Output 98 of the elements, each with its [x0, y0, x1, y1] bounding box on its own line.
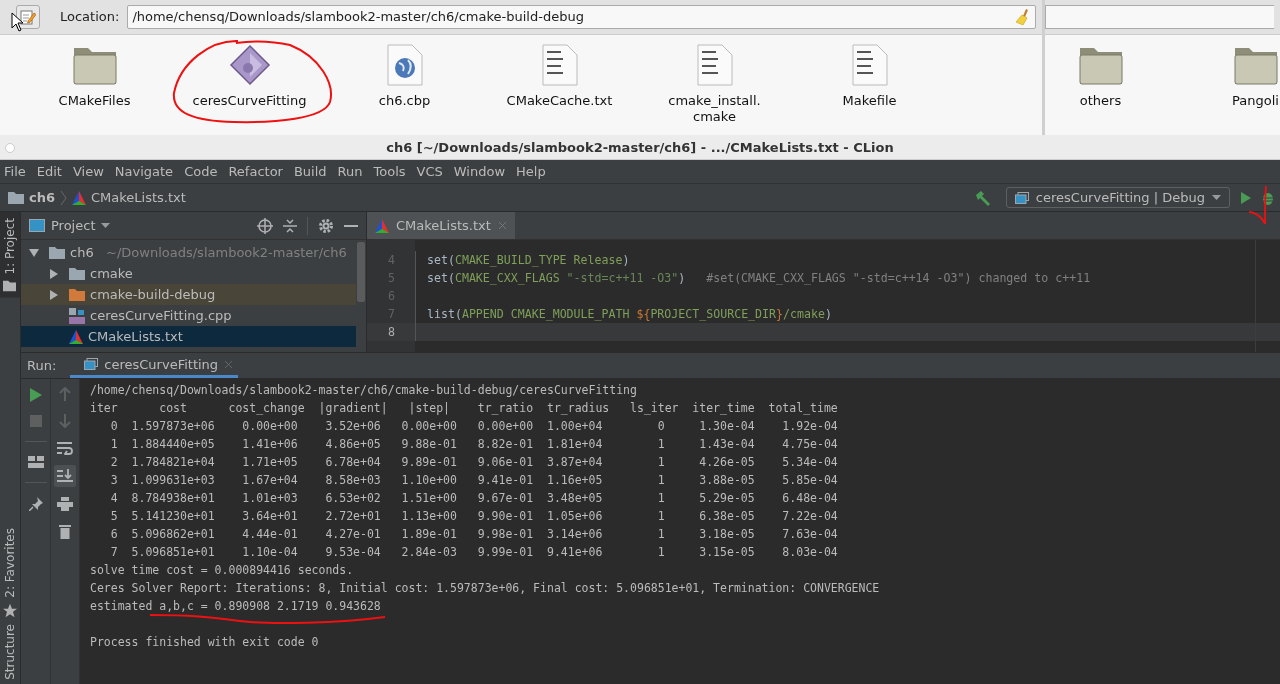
window-title: ch6 [~/Downloads/slambook2-master/ch6] - .../CMakeLists.txt - CLion — [386, 139, 894, 155]
executable-icon[interactable] — [228, 42, 271, 87]
folder-name[interactable]: others — [1079, 92, 1122, 109]
tree-item[interactable]: cmake-build-debug — [21, 284, 356, 305]
console-line: /home/chensq/Downloads/slambook2-master/ch6/cmake-build-debug/ceresCurveFitting — [90, 382, 637, 399]
run-configuration-dropdown[interactable]: ceresCurveFitting | Debug — [1005, 187, 1230, 208]
trash-icon[interactable] — [59, 524, 71, 539]
console-line: 1 1.884440e+05 1.41e+06 4.86e+05 9.88e-01 8.82e-01 1.81e+04 1 1.43e-04 4.75e-04 — [109, 436, 838, 453]
menu-item[interactable]: Navigate — [110, 164, 178, 179]
layout-icon[interactable] — [27, 456, 44, 468]
print-icon[interactable] — [57, 497, 73, 511]
menu-item[interactable]: View — [68, 164, 108, 179]
window-icon — [84, 358, 99, 370]
menu-item[interactable]: Tools — [369, 164, 410, 179]
line-number: 8 — [387, 325, 396, 339]
project-view-dropdown[interactable]: Project — [29, 218, 111, 233]
console-line: solve time cost = 0.000894416 seconds. — [90, 562, 354, 579]
console-line: 2 1.784821e+04 1.71e+05 6.78e+04 9.89e-01 9.06e-01 3.87e+04 1 4.26e-05 5.34e-04 — [109, 454, 838, 471]
folder-icon — [49, 246, 65, 259]
console-line: 0 1.597873e+06 0.00e+00 3.52e+06 0.00e+00 0.00e+00 1.00e+04 0 1.30e-04 1.92e-04 — [109, 418, 838, 435]
text-document-icon[interactable] — [540, 42, 579, 87]
console-line: Process finished with exit code 0 — [90, 634, 319, 651]
console-line: Ceres Solver Report: Iterations: 8, Initial cost: 1.597873e+06, Final cost: 5.096851e+01, Termination: CONVERGENCE — [90, 580, 880, 597]
editor-tab[interactable]: CMakeLists.txt — [367, 212, 515, 239]
breadcrumb[interactable]: ch6 — [8, 190, 55, 205]
console-line: 4 8.784938e+01 1.01e+03 6.53e+02 1.51e+00 9.67e-01 3.48e+05 1 5.29e-05 6.48e-04 — [109, 490, 838, 507]
triangle-icon — [69, 329, 83, 344]
menu-item[interactable]: Code — [180, 164, 222, 179]
console-line: 3 1.099631e+03 1.67e+04 8.58e+03 1.10e+00 9.41e-01 1.16e+05 1 3.88e-05 5.85e-04 — [109, 472, 838, 489]
star-icon — [3, 604, 17, 619]
crosshair-icon[interactable] — [257, 217, 273, 234]
menu-item[interactable]: VCS — [412, 164, 447, 179]
file-name[interactable]: CMakeFiles — [58, 92, 131, 109]
console-line: 7 5.096851e+01 1.10e-04 9.53e-04 2.84e-03 9.99e-01 9.41e+06 1 3.15e-05 8.03e-04 — [109, 544, 838, 561]
folder-icon — [8, 191, 24, 204]
hammer-icon[interactable] — [973, 188, 992, 207]
tool-window-tab[interactable]: 2: Favorites — [0, 522, 20, 625]
window-icon — [1014, 191, 1029, 204]
location-label: Location: — [60, 9, 120, 25]
text-document-icon[interactable] — [850, 42, 889, 87]
menu-item[interactable]: Run — [333, 164, 367, 179]
folder-name[interactable]: Pangoli — [1232, 92, 1279, 109]
panel-icon — [29, 219, 45, 232]
run-icon[interactable] — [1240, 190, 1252, 205]
run-label: Run: — [26, 357, 58, 375]
console-line: estimated a,b,c = 0.890908 2.1719 0.943628 — [90, 598, 381, 615]
location-field[interactable]: /home/chensq/Downloads/slambook2-master/ch6/cmake-build-debug — [127, 4, 1036, 29]
tool-window-tab[interactable]: 1: Project — [0, 212, 20, 298]
caret-icon — [1212, 194, 1221, 201]
expand-arrow-icon[interactable] — [29, 247, 39, 258]
menu-item[interactable]: Edit — [32, 164, 66, 179]
caret-icon — [101, 222, 111, 229]
folder-icon — [3, 280, 17, 292]
code-line: list(APPEND CMAKE_MODULE_PATH ${PROJECT_SOURCE_DIR}/cmake) — [427, 307, 832, 321]
scrollbar-thumb[interactable] — [357, 242, 365, 302]
file-name[interactable]: cmake_install. cmake — [668, 92, 761, 125]
expand-arrow-icon[interactable] — [49, 268, 59, 279]
soft-wrap-icon[interactable] — [57, 441, 73, 455]
console-line: iter cost cost_change |gradient| |step| tr_ratio tr_radius ls_iter iter_time total_time — [90, 400, 838, 417]
tree-item[interactable]: ch6 ~/Downloads/slambook2-master/ch6 — [21, 242, 356, 263]
breadcrumb[interactable]: CMakeLists.txt — [72, 190, 186, 205]
tool-window-tab[interactable]: Structure — [0, 624, 20, 684]
run-icon[interactable] — [28, 387, 43, 403]
collapse-all-icon[interactable] — [283, 217, 297, 234]
menu-item[interactable]: Refactor — [224, 164, 287, 179]
triangle-icon — [72, 190, 86, 205]
edit-location-button[interactable] — [16, 4, 40, 29]
menu-item[interactable]: Window — [449, 164, 510, 179]
expand-arrow-icon[interactable] — [49, 289, 59, 300]
tree-item[interactable]: CMakeLists.txt — [21, 326, 356, 347]
check-annotation — [1248, 184, 1268, 226]
triangle-icon — [375, 218, 389, 233]
web-document-icon[interactable] — [385, 42, 424, 87]
tree-item[interactable]: ceresCurveFitting.cpp — [21, 305, 356, 326]
menu-item[interactable]: Help — [512, 164, 550, 179]
console-line: 5 5.141230e+01 3.64e+01 2.72e+01 1.13e+00 9.90e-01 1.05e+06 1 6.38e-05 7.22e-04 — [109, 508, 838, 525]
pin-icon[interactable] — [28, 497, 43, 511]
file-name[interactable]: ch6.cbp — [378, 92, 431, 109]
broom-icon[interactable] — [1015, 7, 1031, 26]
file-name[interactable]: ceresCurveFitting — [192, 92, 307, 109]
code-line: set(CMAKE_BUILD_TYPE Release) — [427, 253, 630, 267]
menu-item[interactable]: File — [0, 164, 30, 179]
scroll-to-end-toggle[interactable] — [54, 465, 76, 487]
settings-icon[interactable] — [318, 217, 334, 234]
folder-icon — [69, 267, 85, 280]
menu-item[interactable]: Build — [289, 164, 331, 179]
text-document-icon[interactable] — [695, 42, 734, 87]
tree-item[interactable]: cmake — [21, 263, 356, 284]
file-name[interactable]: CMakeCache.txt — [506, 92, 613, 109]
location-field[interactable] — [1045, 4, 1274, 29]
mouse-cursor-icon — [11, 12, 23, 32]
chevron-icon — [60, 189, 67, 206]
console-line: 6 5.096862e+01 4.44e-01 4.27e-01 1.89e-01 9.98e-01 3.14e+06 1 3.18e-05 7.63e-04 — [109, 526, 838, 543]
source-file-icon — [69, 307, 85, 324]
folder-icon — [69, 288, 85, 301]
code-line: set(CMAKE_CXX_FLAGS "-std=c++11 -O3") #set(CMAKE_CXX_FLAGS "-std=c++14 -O3") changed to c++11 — [427, 271, 1091, 285]
notepad-pencil-icon — [20, 8, 36, 25]
file-name[interactable]: Makefile — [842, 92, 897, 109]
